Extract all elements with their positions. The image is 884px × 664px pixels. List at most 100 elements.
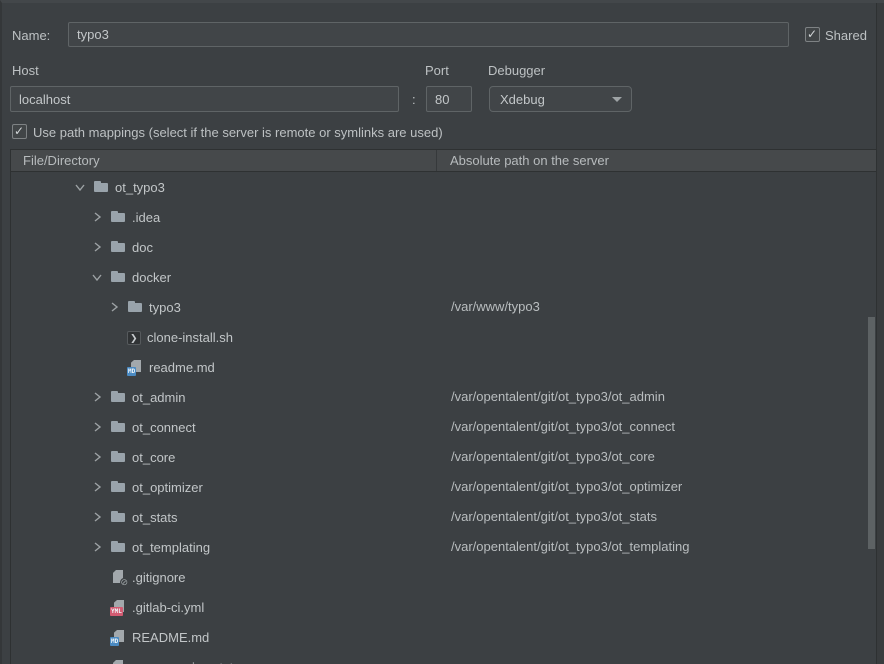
host-input[interactable]	[10, 86, 399, 112]
server-path: /var/opentalent/git/ot_typo3/ot_optimize…	[451, 472, 682, 502]
name-label: Name:	[12, 28, 50, 43]
yaml-file-icon: YML	[110, 599, 126, 615]
text-file-icon	[110, 659, 126, 664]
table-row[interactable]: ot_connect /var/opentalent/git/ot_typo3/…	[11, 412, 877, 442]
table-row[interactable]: clone-install.sh	[11, 322, 877, 352]
debugger-label: Debugger	[488, 63, 545, 78]
table-row[interactable]: ot_admin /var/opentalent/git/ot_typo3/ot…	[11, 382, 877, 412]
table-row[interactable]: typo3 /var/www/typo3	[11, 292, 877, 322]
port-separator: :	[412, 92, 416, 107]
file-name: ot_typo3	[115, 180, 165, 195]
chevron-icon[interactable]	[73, 178, 87, 196]
table-header: File/Directory Absolute path on the serv…	[11, 150, 877, 172]
table-row[interactable]: MD readme.md	[11, 352, 877, 382]
file-badge: MD	[110, 637, 119, 646]
file-cell: YML .gitlab-ci.yml	[11, 592, 204, 622]
folder-icon	[110, 239, 126, 255]
folder-icon	[110, 269, 126, 285]
chevron-icon[interactable]	[88, 480, 106, 494]
file-name: .gitlab-ci.yml	[132, 600, 204, 615]
file-name: doc	[132, 240, 153, 255]
folder-icon	[93, 179, 109, 195]
server-path: /var/opentalent/git/ot_typo3/ot_admin	[451, 382, 665, 412]
chevron-icon[interactable]	[88, 510, 106, 524]
folder-icon	[110, 479, 126, 495]
chevron-icon[interactable]	[90, 268, 104, 286]
file-name: ot_admin	[132, 390, 185, 405]
chevron-icon[interactable]	[88, 450, 106, 464]
file-name: readme.md	[149, 360, 215, 375]
file-badge: MD	[127, 367, 136, 376]
table-row[interactable]: ot_templating /var/opentalent/git/ot_typ…	[11, 532, 877, 562]
port-input[interactable]	[426, 86, 472, 112]
file-cell: doc	[11, 232, 153, 262]
file-cell: MD README.md	[11, 622, 209, 652]
markdown-file-icon: MD	[110, 629, 126, 645]
chevron-icon[interactable]	[88, 420, 106, 434]
file-name: ot_templating	[132, 540, 210, 555]
file-cell: ot_connect	[11, 412, 196, 442]
name-input[interactable]	[68, 22, 789, 47]
file-name: clone-install.sh	[147, 330, 233, 345]
file-cell: ot_admin	[11, 382, 185, 412]
file-cell: MD readme.md	[11, 352, 215, 382]
vertical-scrollbar-thumb[interactable]	[868, 317, 875, 549]
tree-body: ot_typo3 .idea doc	[11, 172, 877, 664]
file-cell: .gitignore	[11, 562, 185, 592]
file-cell: composer.json.txt	[11, 652, 233, 664]
file-name: ot_optimizer	[132, 480, 203, 495]
folder-icon	[110, 419, 126, 435]
file-cell: ot_templating	[11, 532, 210, 562]
column-header-file-directory[interactable]: File/Directory	[11, 150, 437, 171]
chevron-icon[interactable]	[105, 300, 123, 314]
debugger-selected-value: Xdebug	[500, 92, 545, 107]
server-config-dialog: { "form": { "name_label": "Name:", "name…	[0, 0, 884, 664]
server-path: /var/www/typo3	[451, 292, 540, 322]
host-label: Host	[12, 63, 39, 78]
folder-icon	[110, 449, 126, 465]
table-row[interactable]: .idea	[11, 202, 877, 232]
file-cell: .idea	[11, 202, 160, 232]
folder-icon	[110, 209, 126, 225]
shell-script-icon	[127, 331, 141, 345]
table-row[interactable]: composer.json.txt	[11, 652, 877, 664]
file-name: ot_core	[132, 450, 175, 465]
file-name: ot_stats	[132, 510, 178, 525]
use-path-mappings-checkbox[interactable]	[12, 124, 27, 139]
table-row[interactable]: docker	[11, 262, 877, 292]
server-path: /var/opentalent/git/ot_typo3/ot_templati…	[451, 532, 690, 562]
file-cell: ot_optimizer	[11, 472, 203, 502]
table-row[interactable]: doc	[11, 232, 877, 262]
use-path-mappings-label: Use path mappings (select if the server …	[33, 125, 443, 140]
chevron-icon[interactable]	[88, 240, 106, 254]
chevron-icon[interactable]	[88, 210, 106, 224]
chevron-icon[interactable]	[88, 540, 106, 554]
file-cell: clone-install.sh	[11, 322, 233, 352]
file-cell: ot_core	[11, 442, 175, 472]
file-name: composer.json.txt	[132, 660, 233, 664]
table-row[interactable]: ot_optimizer /var/opentalent/git/ot_typo…	[11, 472, 877, 502]
chevron-icon[interactable]	[88, 390, 106, 404]
file-name: typo3	[149, 300, 181, 315]
shared-label: Shared	[825, 28, 867, 43]
folder-icon	[110, 509, 126, 525]
file-cell: ot_typo3	[11, 172, 165, 202]
table-row[interactable]: MD README.md	[11, 622, 877, 652]
table-row[interactable]: ot_stats /var/opentalent/git/ot_typo3/ot…	[11, 502, 877, 532]
server-path: /var/opentalent/git/ot_typo3/ot_stats	[451, 502, 657, 532]
file-name: docker	[132, 270, 171, 285]
chevron-down-icon	[612, 97, 622, 102]
shared-checkbox[interactable]	[805, 27, 820, 42]
table-row[interactable]: ot_core /var/opentalent/git/ot_typo3/ot_…	[11, 442, 877, 472]
table-row[interactable]: YML .gitlab-ci.yml	[11, 592, 877, 622]
column-header-absolute-path[interactable]: Absolute path on the server	[437, 150, 877, 171]
table-row[interactable]: ot_typo3	[11, 172, 877, 202]
table-row[interactable]: .gitignore	[11, 562, 877, 592]
server-path: /var/opentalent/git/ot_typo3/ot_connect	[451, 412, 675, 442]
panel-right-edge	[876, 3, 884, 664]
folder-icon	[110, 389, 126, 405]
debugger-select[interactable]: Xdebug	[489, 86, 632, 112]
folder-icon	[127, 299, 143, 315]
file-cell: ot_stats	[11, 502, 178, 532]
file-name: ot_connect	[132, 420, 196, 435]
